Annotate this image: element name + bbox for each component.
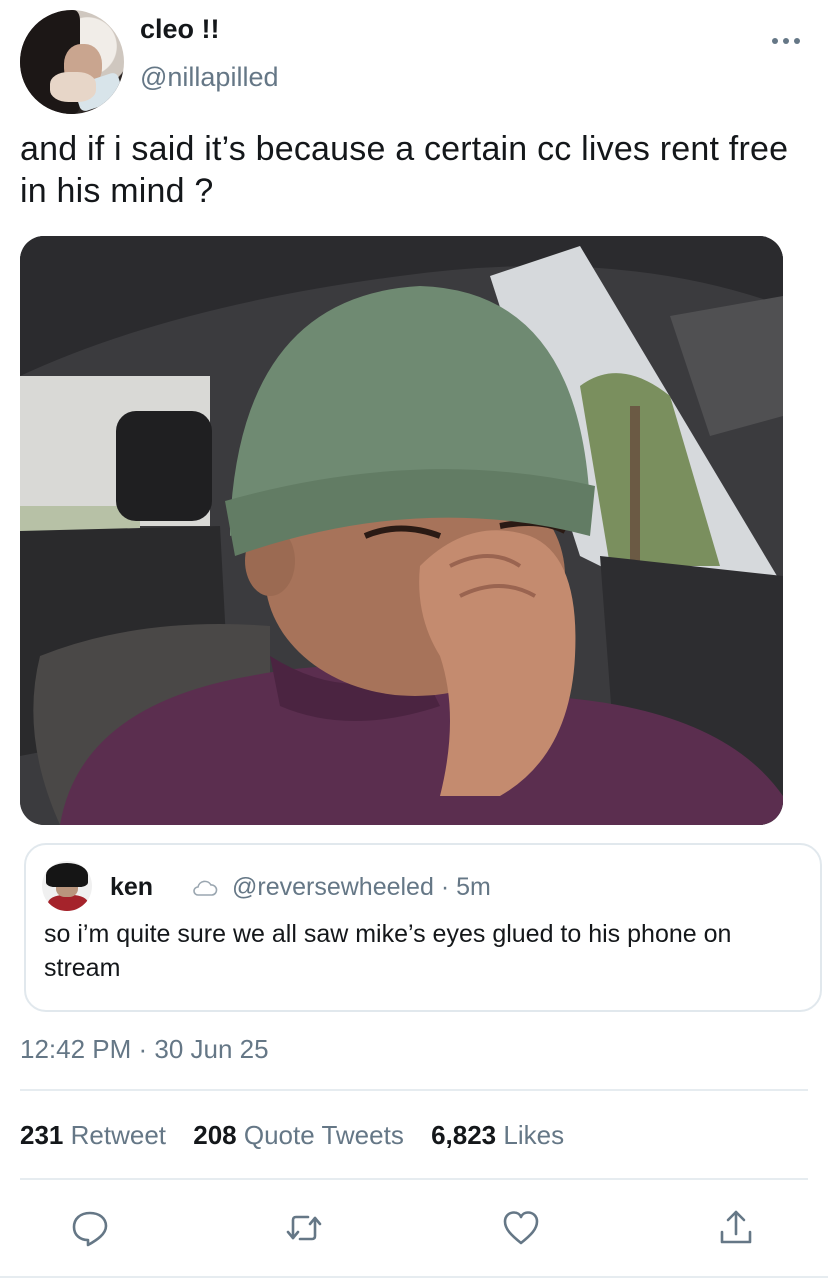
share-icon[interactable]: [716, 1208, 756, 1248]
author-avatar[interactable]: [20, 10, 124, 114]
quoted-avatar[interactable]: [42, 861, 92, 911]
divider: [0, 1276, 828, 1278]
quote-tweet-count[interactable]: 208 Quote Tweets: [193, 1120, 404, 1150]
quoted-display-name: ken: [110, 873, 154, 901]
retweet-icon[interactable]: [284, 1208, 324, 1248]
tweet-stats: 231 Retweet 208 Quote Tweets 6,823 Likes: [20, 1120, 584, 1151]
like-count[interactable]: 6,823 Likes: [431, 1120, 564, 1150]
quoted-tweet[interactable]: ken @reversewheeled · 5m so i’m quite su…: [24, 843, 822, 1012]
action-bar: [0, 1200, 828, 1256]
tweet-photo[interactable]: [20, 236, 783, 825]
quoted-handle-time: @reversewheeled · 5m: [232, 873, 491, 901]
heart-icon[interactable]: [501, 1208, 541, 1248]
cloud-icon: [193, 880, 218, 896]
reply-icon[interactable]: [70, 1208, 110, 1248]
author-handle[interactable]: @nillapilled: [140, 62, 278, 93]
tweet-text: and if i said it’s because a certain cc …: [20, 130, 789, 210]
more-dots-icon[interactable]: [772, 36, 800, 46]
divider: [20, 1089, 808, 1091]
tweet-detail: cleo !! @nillapilled and if i said it’s …: [0, 0, 828, 1283]
retweet-count[interactable]: 231 Retweet: [20, 1120, 166, 1150]
tweet-timestamp[interactable]: 12:42 PM · 30 Jun 25: [20, 1034, 269, 1065]
author-display-name[interactable]: cleo !!: [140, 14, 220, 45]
divider: [20, 1178, 808, 1180]
quoted-text: so i’m quite sure we all saw mike’s eyes…: [44, 920, 732, 982]
